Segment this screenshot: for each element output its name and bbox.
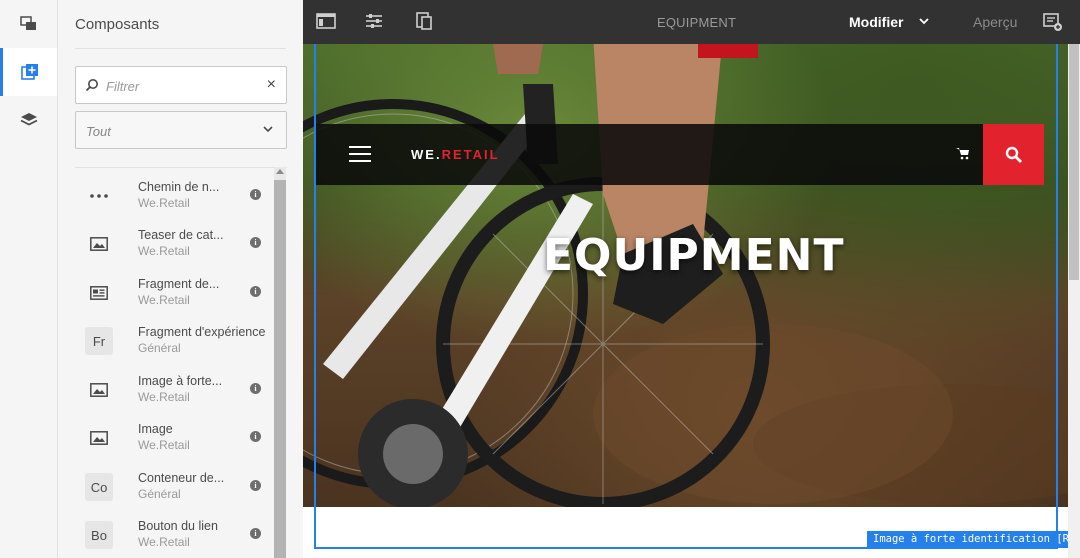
item-name: Fragment d'expérience [138,325,266,339]
component-selection-frame[interactable] [314,44,1058,549]
item-group: Général [138,487,181,501]
emulator-icon[interactable] [414,12,434,30]
item-group: We.Retail [138,196,190,210]
list-item[interactable]: Bo Bouton du lien We.Retail i [75,515,275,558]
info-icon[interactable]: i [250,189,261,200]
list-item[interactable]: Teaser de cat... We.Retail i [75,224,275,272]
image-icon [85,424,113,452]
info-icon[interactable]: i [250,431,261,442]
clear-icon[interactable]: × [267,77,276,93]
image-icon [85,230,113,258]
item-name: Image à forte... [138,374,223,388]
info-icon[interactable]: i [250,286,261,297]
item-group: We.Retail [138,535,190,549]
item-group: We.Retail [138,244,190,258]
item-group: We.Retail [138,293,190,307]
image-icon [85,376,113,404]
item-abbrev: Bo [85,521,113,549]
list-item[interactable]: Fragment de... We.Retail i [75,273,275,321]
list-item[interactable]: Image à forte... We.Retail i [75,370,275,418]
divider [75,48,286,49]
list-item[interactable]: Image We.Retail i [75,418,275,466]
info-icon[interactable]: i [250,480,261,491]
item-name: Fragment de... [138,277,220,291]
page-structure-icon [19,16,36,30]
list-item[interactable]: Fr Fragment d'expérience Général [75,321,275,369]
item-group: We.Retail [138,390,190,404]
panel-title: Composants [75,16,160,33]
chevron-down-icon [263,126,273,133]
side-rail [0,0,57,558]
preview-button[interactable]: Aperçu [973,14,1017,30]
group-select[interactable]: Tout [75,111,287,149]
item-group: Général [138,341,181,355]
item-name: Image [138,422,173,436]
components-panel: Composants × Tout Chemin de n... We.Reta… [57,0,303,558]
page-canvas: EQUIPMENT WE.RETAIL Image à forte identi… [303,44,1080,558]
scroll-thumb[interactable] [1069,44,1079,280]
item-name: Bouton du lien [138,519,218,533]
mode-selector[interactable]: Modifier [849,14,903,30]
components-tab[interactable] [0,48,57,96]
properties-icon[interactable] [364,12,384,30]
layers-icon [20,113,37,126]
info-icon[interactable]: i [250,237,261,248]
search-icon [85,79,98,92]
annotations-icon[interactable] [1043,12,1063,32]
page-tree-toggle[interactable] [0,0,57,48]
component-list: Chemin de n... We.Retail i Teaser de cat… [75,167,287,558]
item-group: We.Retail [138,438,190,452]
list-item[interactable]: Chemin de n... We.Retail i [75,176,275,224]
side-panel-toggle-icon[interactable] [316,12,336,30]
page-title: EQUIPMENT [657,15,737,30]
filter-field[interactable]: × [75,66,287,104]
filter-input[interactable] [106,76,256,96]
item-name: Teaser de cat... [138,228,224,242]
group-select-value: Tout [86,124,111,139]
fragment-icon [85,279,113,307]
chevron-down-icon[interactable] [919,17,929,25]
canvas-scrollbar[interactable] [1068,44,1080,558]
add-component-icon [21,64,38,80]
editor-toolbar: EQUIPMENT Modifier Aperçu [303,0,1080,44]
item-name: Chemin de n... [138,180,220,194]
list-scrollbar[interactable] [274,167,286,558]
scroll-up-icon[interactable] [276,169,284,174]
more-icon [85,182,113,210]
scroll-thumb[interactable] [274,180,286,558]
info-icon[interactable]: i [250,528,261,539]
info-icon[interactable]: i [250,383,261,394]
layers-tab[interactable] [0,96,57,144]
item-abbrev: Fr [85,327,113,355]
component-label[interactable]: Image à forte identification [Racine] [867,531,1080,548]
item-abbrev: Co [85,473,113,501]
item-name: Conteneur de... [138,471,225,485]
list-item[interactable]: Co Conteneur de... Général i [75,467,275,515]
